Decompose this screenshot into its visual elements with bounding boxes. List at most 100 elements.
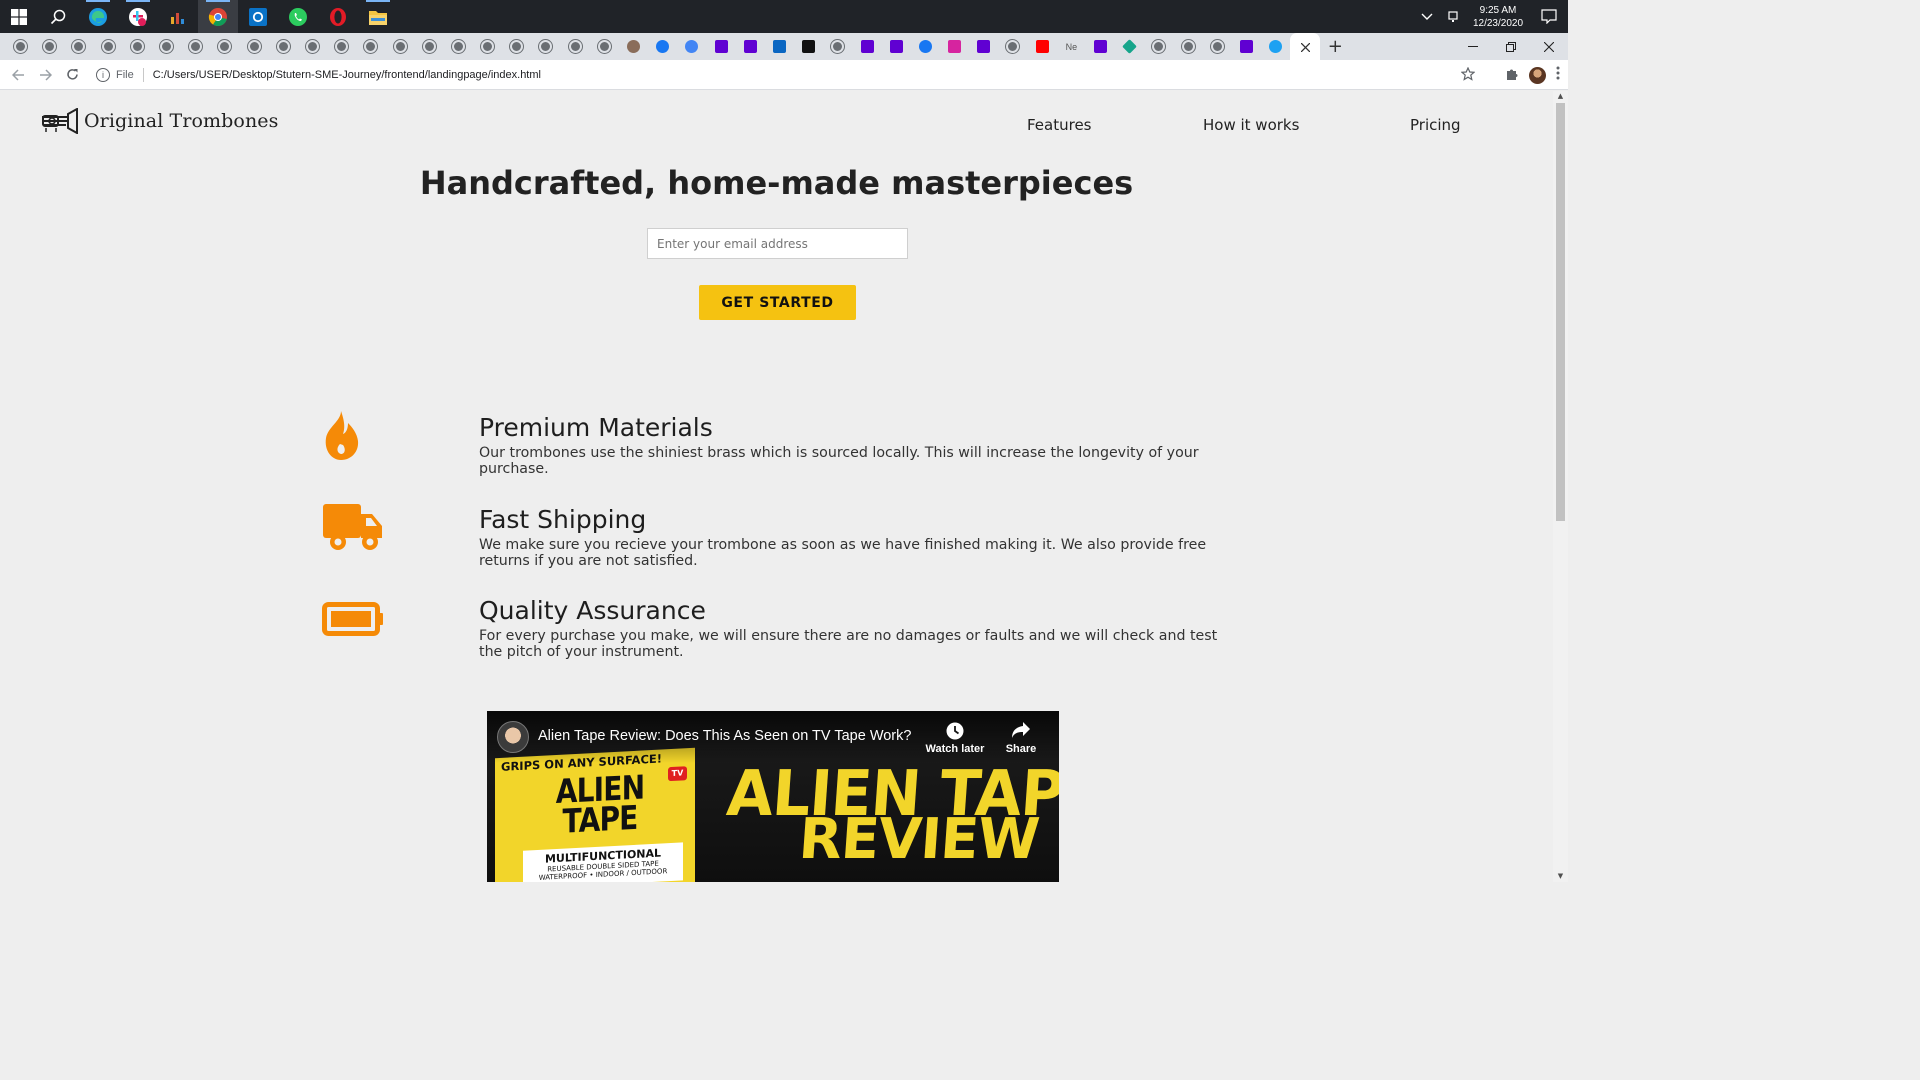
globe-favicon-icon [451,40,465,53]
watch-later-button[interactable]: Watch later [925,721,985,755]
tab-twitter[interactable] [1261,33,1290,60]
tab-close-icon[interactable] [1300,37,1311,56]
page-scrollbar[interactable]: ▲ ▼ [1553,91,1568,882]
restore-button[interactable] [1492,33,1530,60]
tray-network[interactable] [1440,10,1466,23]
tab-globe[interactable] [181,33,210,60]
tab-fb[interactable] [648,33,677,60]
kebab-menu-icon [1556,66,1560,80]
chart-app-icon [171,12,184,24]
taskbar-file-explorer[interactable] [358,0,398,33]
site-logo[interactable]: Original Trombones [40,108,279,134]
tab-y[interactable] [736,33,765,60]
tab-y[interactable] [852,33,881,60]
share-button[interactable]: Share [991,721,1051,755]
tab-person[interactable] [619,33,648,60]
taskbar-clock[interactable]: 9:25 AM 12/23/2020 [1466,4,1530,30]
tab-globe[interactable] [123,33,152,60]
taskbar-search-button[interactable] [38,0,78,33]
tab-in[interactable] [765,33,794,60]
windows-start-button[interactable] [0,0,38,33]
nav-link-how-it-works[interactable]: How it works [1203,116,1299,134]
scrollbar-thumb[interactable] [1556,103,1565,521]
profile-avatar[interactable] [1529,66,1546,84]
nav-link-pricing[interactable]: Pricing [1410,116,1461,134]
taskbar-chrome[interactable] [198,0,238,33]
address-bar[interactable]: i File C:/Users/USER/Desktop/Stutern-SME… [90,63,1480,87]
tab-yt[interactable] [1028,33,1057,60]
tab-globe[interactable] [210,33,239,60]
diamond-favicon-icon [1122,39,1138,54]
address-url[interactable]: C:/Users/USER/Desktop/Stutern-SME-Journe… [153,69,541,81]
tab-globe[interactable] [94,33,123,60]
globe-favicon-icon [831,40,845,53]
globe-favicon-icon [247,40,261,53]
tab-globe[interactable] [561,33,590,60]
tab-fb[interactable] [911,33,940,60]
taskbar-opera[interactable] [318,0,358,33]
tab-globe[interactable] [473,33,502,60]
site-info-icon[interactable]: i [96,68,110,82]
tab-globe[interactable] [1174,33,1203,60]
get-started-button[interactable]: GET STARTED [699,285,856,320]
tab-globe[interactable] [152,33,181,60]
tab-globe[interactable] [35,33,64,60]
tab-globe[interactable] [502,33,531,60]
tab-translate[interactable] [677,33,706,60]
nav-link-features[interactable]: Features [1027,116,1092,134]
tab-globe[interactable] [998,33,1027,60]
tab-text[interactable]: Ne [1057,33,1086,60]
taskbar-outlook[interactable] [238,0,278,33]
taskbar-whatsapp[interactable] [278,0,318,33]
tab-globe[interactable] [356,33,385,60]
tab-medium[interactable] [794,33,823,60]
taskbar-chart-app[interactable] [158,0,198,33]
tab-globe[interactable] [327,33,356,60]
tab-ig[interactable] [940,33,969,60]
tab-globe[interactable] [240,33,269,60]
tab-globe[interactable] [1203,33,1232,60]
tab-globe[interactable] [298,33,327,60]
action-center-button[interactable] [1530,9,1568,24]
tab-y[interactable] [1086,33,1115,60]
taskbar-slack[interactable] [118,0,158,33]
reload-button[interactable] [59,62,85,88]
tab-y[interactable] [1232,33,1261,60]
tab-globe[interactable] [531,33,560,60]
tab-y[interactable] [882,33,911,60]
forward-button[interactable] [32,62,58,88]
bookmark-star-button[interactable] [1460,66,1476,85]
tab-globe[interactable] [269,33,298,60]
tab-globe[interactable] [444,33,473,60]
tab-y[interactable] [969,33,998,60]
tab-globe[interactable] [1144,33,1173,60]
arrow-right-icon [39,68,52,81]
scroll-up-arrow-icon[interactable]: ▲ [1553,91,1568,102]
tab-globe[interactable] [64,33,93,60]
channel-avatar[interactable] [497,721,529,753]
youtube-embed[interactable]: GRIPS ON ANY SURFACE! TV ALIEN TAPE MULT… [487,711,1059,882]
y-favicon-icon [743,40,757,53]
tab-active[interactable] [1290,33,1321,60]
email-input[interactable] [647,228,908,259]
thumb-label: MULTIFUNCTIONAL REUSABLE DOUBLE SIDED TA… [523,842,683,882]
in-favicon-icon [772,40,786,53]
tab-globe[interactable] [590,33,619,60]
tab-diamond[interactable] [1115,33,1144,60]
tab-globe[interactable] [415,33,444,60]
close-window-button[interactable] [1530,33,1568,60]
video-title[interactable]: Alien Tape Review: Does This As Seen on … [538,728,911,744]
minimize-button[interactable] [1454,33,1492,60]
tab-globe[interactable] [6,33,35,60]
back-button[interactable] [5,62,31,88]
extensions-button[interactable] [1505,66,1519,85]
tab-globe[interactable] [823,33,852,60]
tab-globe[interactable] [385,33,414,60]
tab-y[interactable] [707,33,736,60]
twitter-favicon-icon [1269,40,1283,53]
taskbar-edge[interactable] [78,0,118,33]
scroll-down-arrow-icon[interactable]: ▼ [1553,871,1568,882]
chrome-menu-button[interactable] [1556,66,1560,84]
tray-overflow-button[interactable] [1414,13,1440,21]
new-tab-button[interactable]: + [1320,36,1350,57]
